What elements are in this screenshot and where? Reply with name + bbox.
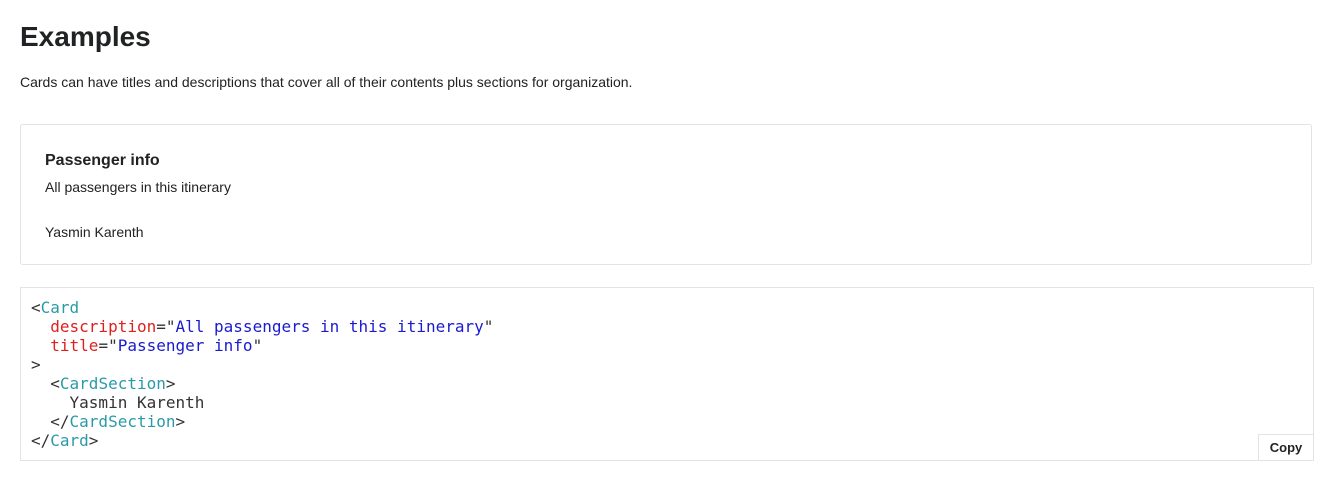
- page-description: Cards can have titles and descriptions t…: [20, 74, 633, 90]
- code-line-close-section: </CardSection>: [31, 412, 493, 431]
- page-title: Examples: [20, 21, 151, 52]
- card-description: All passengers in this itinerary: [45, 179, 231, 195]
- card-title: Passenger info: [45, 152, 160, 169]
- code-punct: =": [156, 317, 176, 336]
- code-attr-name: title: [50, 336, 99, 355]
- card-section: Yasmin Karenth: [45, 224, 144, 240]
- code-punct: >: [175, 412, 186, 431]
- code-punct: </: [50, 412, 70, 431]
- code-snippet[interactable]: <Card description="All passengers in thi…: [31, 298, 493, 450]
- code-text-content: Yasmin Karenth: [69, 393, 205, 412]
- code-punct: </: [31, 431, 51, 450]
- code-line-title-prop: title="Passenger info": [31, 336, 493, 355]
- code-punct: >: [165, 374, 176, 393]
- copy-button[interactable]: Copy: [1258, 434, 1314, 461]
- code-line-open-card: <Card: [31, 298, 493, 317]
- code-tag-name: CardSection: [69, 412, 176, 431]
- code-punct: >: [31, 355, 41, 374]
- code-line-description-prop: description="All passengers in this itin…: [31, 317, 493, 336]
- code-line-close-card: </Card>: [31, 431, 493, 450]
- code-punct: <: [50, 374, 60, 393]
- code-string-value: Passenger info: [117, 336, 253, 355]
- code-line-close-bracket: >: [31, 355, 493, 374]
- code-tag-name: CardSection: [59, 374, 166, 393]
- code-punct: =": [98, 336, 118, 355]
- code-punct: ": [483, 317, 494, 336]
- code-punct: <: [31, 298, 41, 317]
- code-tag-name: Card: [40, 298, 80, 317]
- code-line-section-content: Yasmin Karenth: [31, 393, 493, 412]
- code-line-open-section: <CardSection>: [31, 374, 493, 393]
- code-punct: >: [88, 431, 99, 450]
- code-attr-name: description: [50, 317, 157, 336]
- card-preview: Passenger info All passengers in this it…: [20, 124, 1312, 265]
- code-string-value: All passengers in this itinerary: [175, 317, 484, 336]
- code-punct: ": [252, 336, 263, 355]
- code-tag-name: Card: [50, 431, 89, 450]
- code-example: <Card description="All passengers in thi…: [20, 287, 1314, 461]
